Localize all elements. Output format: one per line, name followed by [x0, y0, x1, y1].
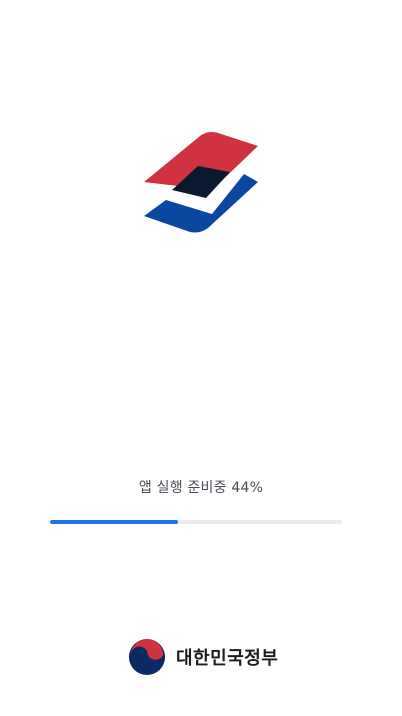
government-brand: 대한민국정부 — [128, 637, 278, 677]
app-logo — [140, 128, 262, 236]
loading-progress-bar — [50, 520, 342, 524]
app-logo-icon — [144, 132, 258, 233]
loading-status-text: 앱 실행 준비중 44% — [138, 480, 264, 496]
government-emblem-icon — [128, 638, 166, 676]
loading-progress-fill — [50, 520, 179, 524]
government-name: 대한민국정부 — [176, 648, 279, 669]
